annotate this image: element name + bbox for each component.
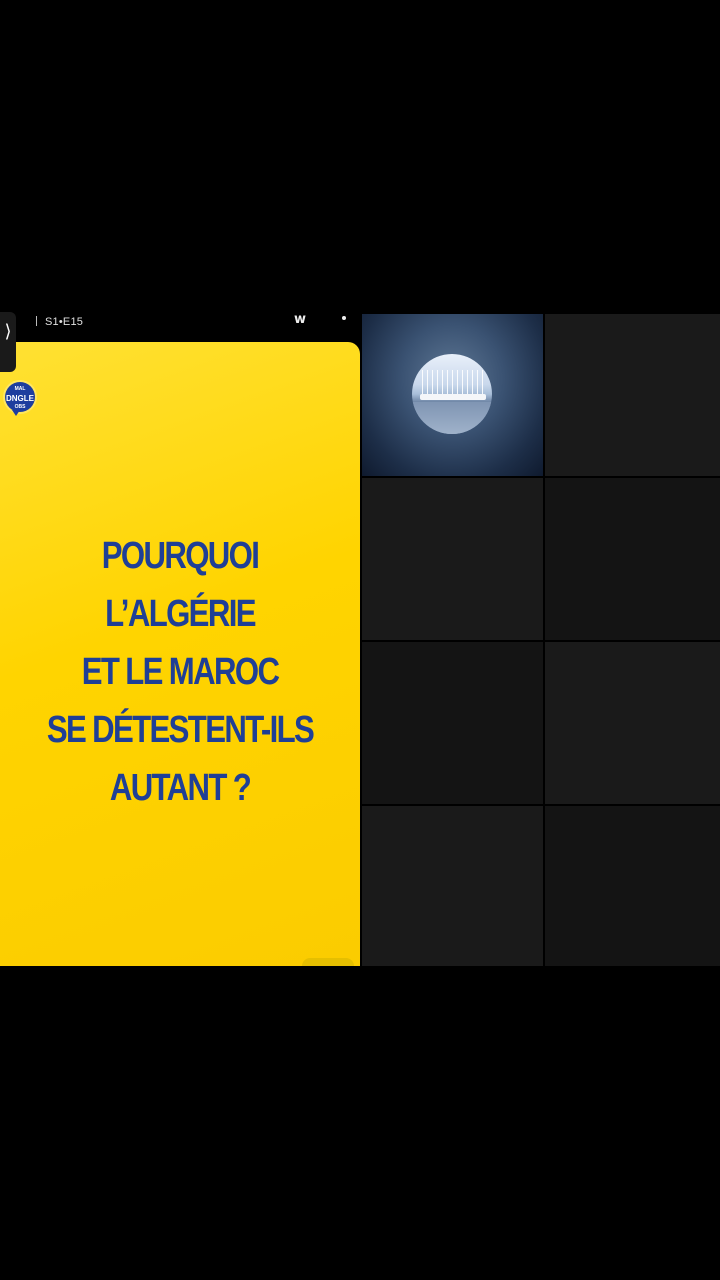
empty-tile[interactable] xyxy=(545,478,720,640)
headline-line: ET LE MAROC xyxy=(81,651,280,693)
harbor-thumbnail-tile[interactable] xyxy=(362,314,543,476)
menu-dot-icon[interactable] xyxy=(342,316,346,320)
boats-graphic xyxy=(420,394,486,400)
headline-line: AUTANT ? xyxy=(109,767,252,809)
water-graphic xyxy=(412,402,492,434)
logo-middle-text: DNGLE xyxy=(6,394,34,403)
w-icon[interactable]: w xyxy=(294,312,306,327)
story-headline: POURQUOI L’ALGÉRIE ET LE MAROC SE DÉTEST… xyxy=(32,527,327,817)
headline-line: SE DÉTESTENT-ILS xyxy=(46,709,315,751)
empty-tile[interactable] xyxy=(545,806,720,966)
logo-bottom-text: OBS xyxy=(14,404,26,410)
empty-tile[interactable] xyxy=(362,478,543,640)
headline-line: L’ALGÉRIE xyxy=(105,593,256,635)
episode-label: S1•E15 xyxy=(36,312,83,343)
story-card[interactable]: MAL DNGLE OBS POURQUOI L’ALGÉRIE ET LE M… xyxy=(0,342,360,966)
empty-tile[interactable] xyxy=(362,642,543,804)
card-bottom-handle[interactable] xyxy=(302,958,354,966)
screen: S1•E15 w ⟩ MAL DNGLE OBS POURQUOI L’ALGÉ… xyxy=(0,0,720,1280)
harbor-thumbnail xyxy=(412,354,492,434)
tile-grid xyxy=(362,314,720,966)
empty-tile[interactable] xyxy=(362,806,543,966)
logo-top-text: MAL xyxy=(14,386,26,392)
chevron-right-icon: ⟩ xyxy=(4,321,12,342)
channel-logo: MAL DNGLE OBS xyxy=(5,382,35,416)
episode-text: S1•E15 xyxy=(45,316,84,328)
expand-tab-button[interactable]: ⟩ xyxy=(0,312,16,372)
player-top-bar: S1•E15 w xyxy=(0,312,360,342)
headline-line: POURQUOI xyxy=(101,535,260,577)
divider xyxy=(36,316,37,326)
empty-tile[interactable] xyxy=(545,314,720,476)
empty-tile[interactable] xyxy=(545,642,720,804)
logo-bubble-tail xyxy=(12,410,20,416)
